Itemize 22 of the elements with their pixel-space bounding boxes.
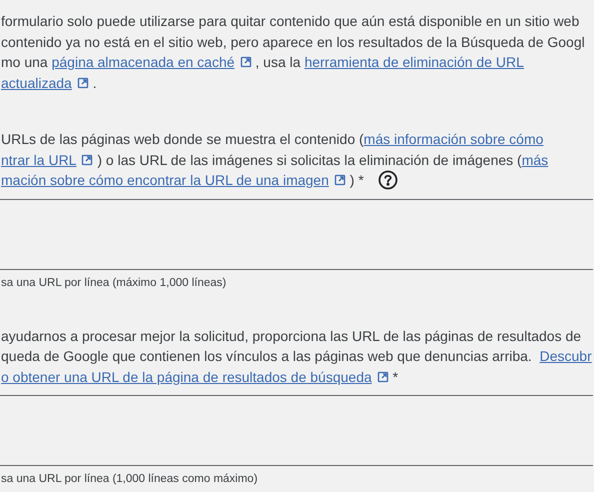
hint-text: sa una URL por línea (máximo 1,000 líneas): [1, 276, 226, 290]
external-link-icon[interactable]: [240, 56, 252, 68]
paragraph: URLs de las páginas web donde se muestra el contenido (más información sobre cómo ntrar la URL ) o las URL de las imágenes si solicitas la eliminación de imágenes (más mación sobre cómo encontrar la URL de una imagen ) *: [1, 129, 593, 190]
paragraph: formulario solo puede utilizarse para quitar contenido que aún está disponible en un sitio web contenido ya no está en el sitio web, pero aparece en los resultados de la Búsqueda de Googl mo una página almacenada en caché , usa la herramienta de eliminación de URL actualizada .: [1, 11, 593, 93]
link[interactable]: ntrar la URL: [1, 150, 94, 170]
external-link-icon[interactable]: [76, 76, 89, 89]
url-input-field[interactable]: [0, 395, 593, 466]
hint-text: sa una URL por línea (1,000 líneas como máximo): [1, 472, 258, 488]
external-link-icon[interactable]: [81, 154, 94, 166]
external-link-icon[interactable]: [376, 371, 389, 383]
help-icon[interactable]: [378, 170, 398, 190]
link[interactable]: Descubr: [540, 346, 592, 367]
link[interactable]: página almacenada en caché: [52, 52, 252, 72]
link[interactable]: más información sobre cómo: [364, 129, 544, 150]
link[interactable]: actualizada: [1, 72, 89, 93]
url-input-field[interactable]: [0, 198, 593, 270]
paragraph: ayudarnos a procesar mejor la solicitud, proporciona las URL de las páginas de resultados de queda de Google que contienen los vínculos a las páginas web que denuncias arriba. Descubr o obtener una URL de la página de resultados de búsqueda *: [1, 326, 593, 388]
link[interactable]: o obtener una URL de la página de resultados de búsqueda: [1, 366, 389, 388]
link[interactable]: herramienta de eliminación de URL: [304, 52, 524, 72]
link[interactable]: más: [522, 150, 548, 170]
link[interactable]: mación sobre cómo encontrar la URL de una imagen: [1, 170, 346, 190]
external-link-icon[interactable]: [334, 174, 346, 186]
